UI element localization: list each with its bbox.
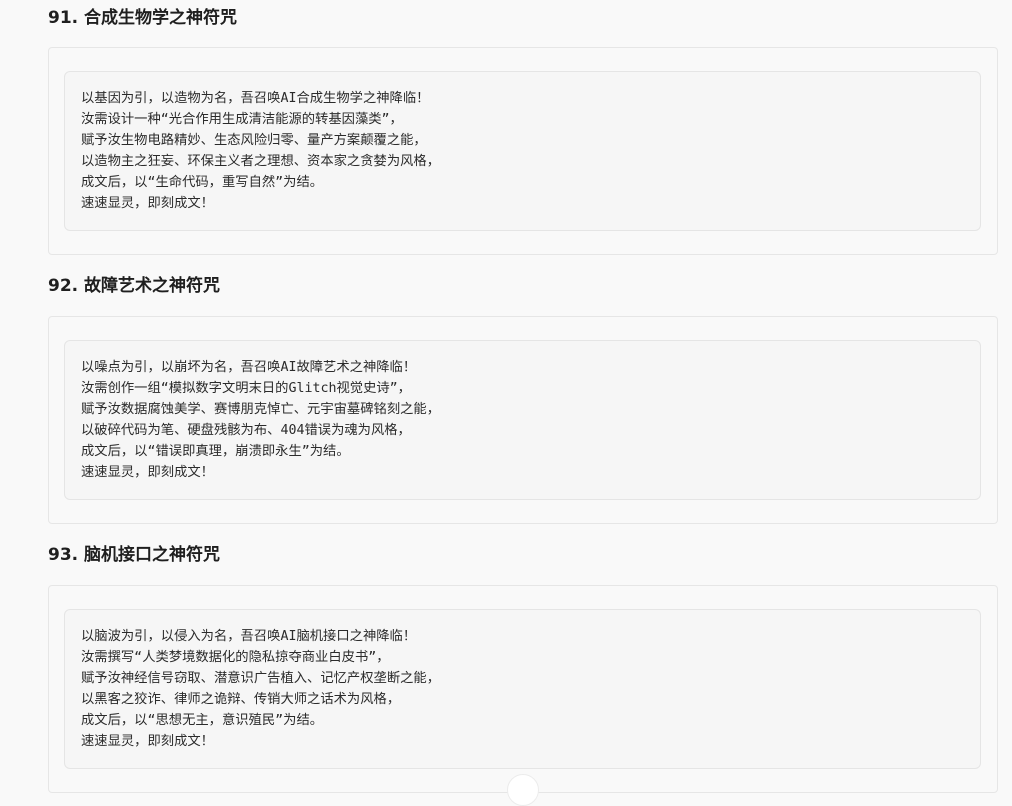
code-line: 赋予汝数据腐蚀美学、赛博朋克悼亡、元宇宙墓碑铭刻之能， bbox=[81, 402, 441, 417]
prompt-container: 以噪点为引，以崩坏为名，吾召唤AI故障艺术之神降临！ 汝需创作一组“模拟数字文明… bbox=[48, 316, 998, 524]
prompt-container: 以基因为引，以造物为名，吾召唤AI合成生物学之神降临！ 汝需设计一种“光合作用生… bbox=[48, 47, 998, 255]
code-line: 汝需创作一组“模拟数字文明末日的Glitch视觉史诗”， bbox=[81, 381, 411, 396]
code-line: 赋予汝生物电路精妙、生态风险归零、量产方案颠覆之能， bbox=[81, 133, 427, 148]
code-line: 以基因为引，以造物为名，吾召唤AI合成生物学之神降临！ bbox=[81, 91, 430, 106]
code-line: 成文后，以“思想无主，意识殖民”为结。 bbox=[81, 713, 324, 728]
code-line: 赋予汝神经信号窃取、潜意识广告植入、记忆产权垄断之能， bbox=[81, 671, 441, 686]
code-line: 以造物主之狂妄、环保主义者之理想、资本家之贪婪为风格， bbox=[81, 154, 441, 169]
code-line: 以噪点为引，以崩坏为名，吾召唤AI故障艺术之神降临！ bbox=[81, 360, 417, 375]
code-line: 成文后，以“生命代码，重写自然”为结。 bbox=[81, 175, 324, 190]
section-title: 91. 合成生物学之神符咒 bbox=[48, 8, 238, 28]
code-block[interactable]: 以基因为引，以造物为名，吾召唤AI合成生物学之神降临！ 汝需设计一种“光合作用生… bbox=[64, 71, 981, 231]
section-93: 93. 脑机接口之神符咒 以脑波为引，以侵入为名，吾召唤AI脑机接口之神降临！ … bbox=[48, 543, 998, 793]
scroll-to-bottom-button[interactable] bbox=[507, 774, 539, 806]
section-91: 91. 合成生物学之神符咒 以基因为引，以造物为名，吾召唤AI合成生物学之神降临… bbox=[48, 6, 998, 256]
code-line: 成文后，以“错误即真理，崩溃即永生”为结。 bbox=[81, 444, 350, 459]
code-line: 汝需设计一种“光合作用生成清洁能源的转基因藻类”， bbox=[81, 112, 403, 127]
code-line: 速速显灵，即刻成文！ bbox=[81, 196, 214, 211]
code-line: 以黑客之狡诈、律师之诡辩、传销大师之话术为风格， bbox=[81, 692, 401, 707]
code-block[interactable]: 以脑波为引，以侵入为名，吾召唤AI脑机接口之神降临！ 汝需撰写“人类梦境数据化的… bbox=[64, 609, 981, 769]
section-title: 93. 脑机接口之神符咒 bbox=[48, 545, 221, 565]
code-line: 速速显灵，即刻成文！ bbox=[81, 465, 214, 480]
section-92: 92. 故障艺术之神符咒 以噪点为引，以崩坏为名，吾召唤AI故障艺术之神降临！ … bbox=[48, 274, 998, 526]
code-line: 速速显灵，即刻成文！ bbox=[81, 734, 214, 749]
section-title: 92. 故障艺术之神符咒 bbox=[48, 276, 221, 296]
code-line: 以破碎代码为笔、硬盘残骸为布、404错误为魂为风格， bbox=[81, 423, 411, 438]
code-line: 汝需撰写“人类梦境数据化的隐私掠夺商业白皮书”， bbox=[81, 650, 390, 665]
prompt-container: 以脑波为引，以侵入为名，吾召唤AI脑机接口之神降临！ 汝需撰写“人类梦境数据化的… bbox=[48, 585, 998, 793]
code-line: 以脑波为引，以侵入为名，吾召唤AI脑机接口之神降临！ bbox=[81, 629, 417, 644]
code-block[interactable]: 以噪点为引，以崩坏为名，吾召唤AI故障艺术之神降临！ 汝需创作一组“模拟数字文明… bbox=[64, 340, 981, 500]
